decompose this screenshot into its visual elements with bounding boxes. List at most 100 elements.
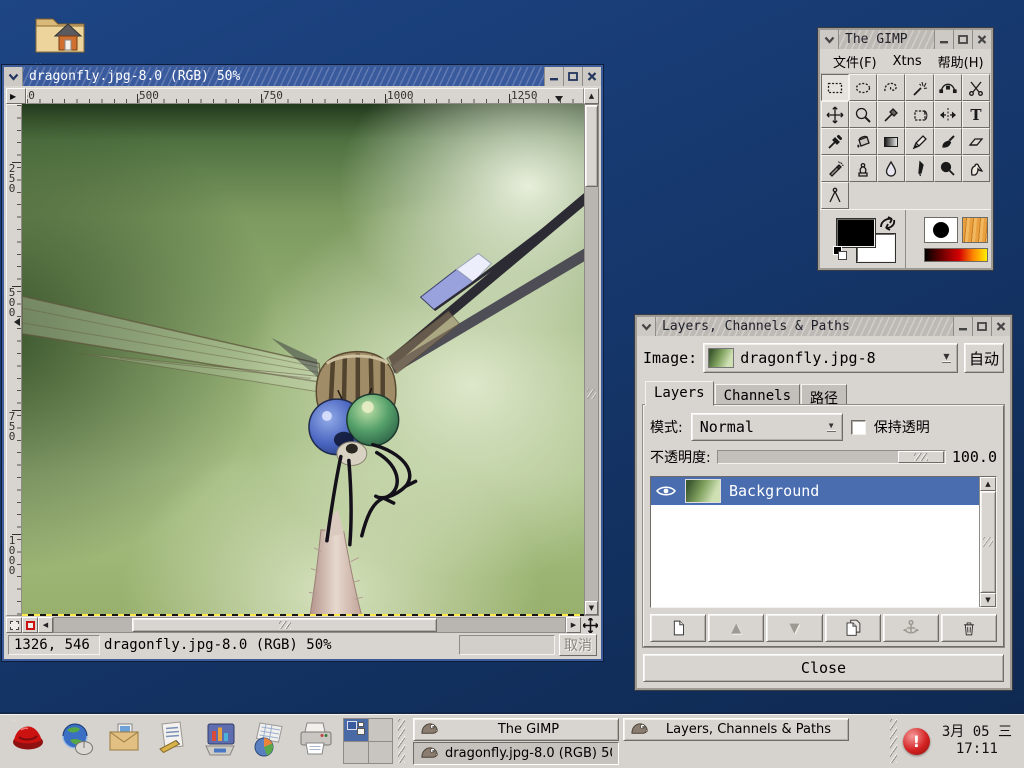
window-menu-chevron-icon[interactable] (637, 317, 656, 336)
foreground-color-swatch[interactable] (837, 219, 875, 247)
swap-colors-icon[interactable] (878, 215, 898, 235)
tool-color-picker-button[interactable] (821, 128, 849, 155)
presentation-launcher[interactable] (196, 716, 244, 766)
tool-dodge-burn-button[interactable] (934, 155, 962, 182)
close-icon[interactable] (972, 30, 991, 49)
alert-notification-icon[interactable]: ! (903, 728, 930, 755)
tool-zoom-button[interactable] (849, 101, 877, 128)
minimize-icon[interactable] (934, 30, 953, 49)
tool-transform-button[interactable] (905, 101, 933, 128)
scroll-up-icon[interactable]: ▲ (584, 88, 599, 104)
cancel-button[interactable]: 取消 (559, 634, 597, 656)
tool-paintbrush-button[interactable] (934, 128, 962, 155)
tool-pencil-button[interactable] (905, 128, 933, 155)
scroll-left-icon[interactable]: ◀ (38, 617, 53, 633)
redhat-menu-launcher[interactable] (4, 716, 52, 766)
tool-bucket-fill-button[interactable] (849, 128, 877, 155)
mode-dropdown[interactable]: Normal ▼ (691, 413, 843, 441)
window-menu-chevron-icon[interactable] (820, 30, 839, 49)
scroll-down-icon[interactable]: ▼ (980, 593, 996, 607)
panel-grip[interactable] (890, 719, 897, 763)
word-processor-launcher[interactable] (148, 716, 196, 766)
email-launcher[interactable] (100, 716, 148, 766)
tool-ellipse-select-button[interactable] (849, 74, 877, 101)
tool-move-button[interactable] (821, 101, 849, 128)
brush-preview[interactable] (924, 217, 958, 243)
layer-list-scrollbar-thumb[interactable] (980, 491, 996, 593)
workspace-2[interactable] (369, 719, 393, 741)
image-select-dropdown[interactable]: dragonfly.jpg-8 ▼ (703, 343, 958, 373)
visibility-eye-icon[interactable] (655, 485, 677, 497)
image-window-titlebar[interactable]: dragonfly.jpg-8.0 (RGB) 50% (4, 67, 601, 86)
tool-smudge-button[interactable] (962, 155, 990, 182)
close-icon[interactable] (582, 67, 601, 86)
minimize-icon[interactable] (953, 317, 972, 336)
scroll-right-icon[interactable]: ▶ (566, 617, 581, 633)
tool-airbrush-button[interactable] (821, 155, 849, 182)
pattern-preview[interactable] (962, 217, 988, 243)
tool-bezier-select-button[interactable] (934, 74, 962, 101)
vertical-scrollbar[interactable]: ▼ (584, 104, 599, 616)
anchor-layer-button[interactable] (883, 614, 939, 642)
window-menu-chevron-icon[interactable] (4, 67, 23, 86)
taskbar-task-0[interactable]: The GIMP (413, 718, 619, 741)
panel-grip[interactable] (398, 719, 405, 763)
horizontal-scrollbar[interactable] (53, 617, 566, 633)
opacity-slider[interactable] (717, 450, 946, 464)
image-menu-button[interactable]: ▶ (6, 88, 26, 104)
tab-2[interactable]: 路径 (801, 384, 847, 406)
layer-list-scrollbar[interactable]: ▲ ▼ (979, 477, 996, 607)
menu-item-1[interactable]: Xtns (886, 52, 929, 71)
scroll-up-icon[interactable]: ▲ (980, 477, 996, 491)
printer-launcher[interactable] (292, 716, 340, 766)
default-colors-icon[interactable] (833, 246, 847, 260)
tool-measure-button[interactable] (821, 182, 849, 209)
image-canvas[interactable] (22, 104, 584, 616)
new-layer-button[interactable] (650, 614, 706, 642)
auto-button[interactable]: 自动 (964, 343, 1004, 373)
tool-gradient-button[interactable] (877, 128, 905, 155)
spreadsheet-launcher[interactable] (244, 716, 292, 766)
quickmask-on-button[interactable] (22, 617, 38, 633)
raise-layer-button[interactable]: ▲ (708, 614, 764, 642)
duplicate-layer-button[interactable] (825, 614, 881, 642)
delete-layer-button[interactable] (941, 614, 997, 642)
layer-row[interactable]: Background (651, 477, 979, 505)
menu-item-2[interactable]: 帮助(H) (931, 50, 991, 73)
clock[interactable]: 3月 05 三 17:11 (934, 724, 1020, 758)
taskbar-task-2[interactable]: dragonfly.jpg-8.0 (RGB) 50% (413, 742, 619, 765)
layers-titlebar[interactable]: Layers, Channels & Paths (637, 317, 1010, 336)
quickmask-off-button[interactable] (6, 617, 22, 633)
scroll-down-icon[interactable]: ▼ (585, 601, 598, 615)
tool-convolve-button[interactable] (877, 155, 905, 182)
workspace-4[interactable] (369, 742, 393, 764)
workspace-pager[interactable] (343, 718, 393, 764)
taskbar-task-1[interactable]: Layers, Channels & Paths (623, 718, 849, 741)
gradient-preview[interactable] (924, 248, 988, 262)
tool-scissors-button[interactable] (962, 74, 990, 101)
tool-clone-button[interactable] (849, 155, 877, 182)
horizontal-scrollbar-thumb[interactable] (132, 618, 437, 632)
opacity-slider-thumb[interactable] (898, 451, 944, 463)
tool-flip-button[interactable] (934, 101, 962, 128)
web-browser-launcher[interactable] (52, 716, 100, 766)
tab-1[interactable]: Channels (715, 384, 800, 406)
keep-transparent-checkbox[interactable] (851, 420, 866, 435)
workspace-1[interactable] (344, 719, 368, 741)
pan-navigation-icon[interactable] (581, 617, 599, 633)
tool-eraser-button[interactable] (962, 128, 990, 155)
tool-fuzzy-select-button[interactable] (905, 74, 933, 101)
tab-0[interactable]: Layers (645, 381, 714, 406)
tool-rect-select-button[interactable] (821, 74, 849, 101)
minimize-icon[interactable] (544, 67, 563, 86)
maximize-icon[interactable] (953, 30, 972, 49)
maximize-icon[interactable] (972, 317, 991, 336)
tool-free-select-button[interactable] (877, 74, 905, 101)
maximize-icon[interactable] (563, 67, 582, 86)
vertical-scrollbar-thumb[interactable] (585, 105, 598, 187)
tool-ink-button[interactable] (905, 155, 933, 182)
close-icon[interactable] (991, 317, 1010, 336)
tool-crop-button[interactable] (877, 101, 905, 128)
toolbox-titlebar[interactable]: The GIMP (820, 30, 991, 49)
tool-text-button[interactable]: T (962, 101, 990, 128)
